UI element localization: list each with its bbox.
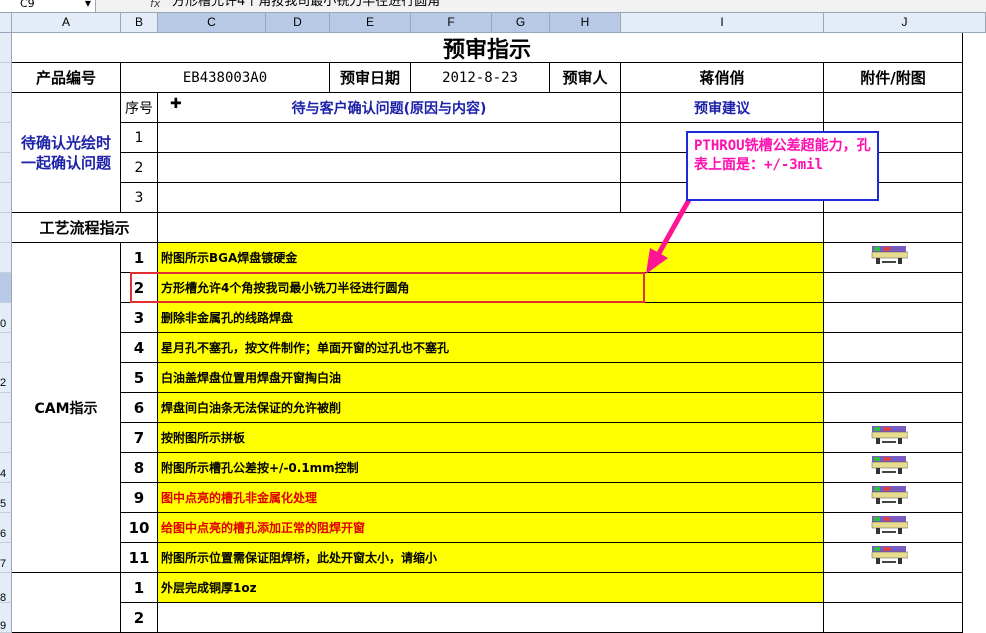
arrow-shaft (655, 196, 693, 257)
callout-arrow (646, 196, 693, 274)
annotation-callout[interactable]: PTHROU铣槽公差超能力，孔表上面是：+/-3mil (686, 131, 879, 201)
arrow-head (646, 248, 668, 274)
